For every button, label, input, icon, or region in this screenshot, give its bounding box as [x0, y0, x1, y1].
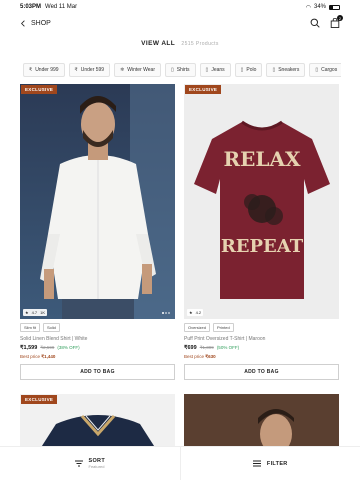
- sort-button[interactable]: SORT Featured: [0, 447, 180, 480]
- battery-percent: 34%: [313, 4, 326, 10]
- current-price: ₹699: [184, 345, 197, 351]
- chip-label: Winter Wear: [127, 67, 155, 73]
- rupee-icon: ₹: [74, 67, 78, 73]
- filter-label: FILTER: [266, 460, 288, 467]
- chip-label: Polo: [246, 67, 257, 73]
- add-to-bag-button[interactable]: ADD TO BAG: [20, 364, 175, 380]
- product-count: 2515 Products: [181, 41, 219, 47]
- best-price: Best price ₹630: [184, 354, 339, 360]
- product-tags: Slim fit Solid: [20, 323, 175, 332]
- listing-heading: VIEW ALL 2515 Products: [0, 40, 360, 47]
- print-text-top: RELAX: [224, 147, 301, 171]
- back-button[interactable]: SHOP: [20, 20, 51, 27]
- best-price-label: Best price: [184, 354, 205, 359]
- chip-shirts[interactable]: ▯ Shirts: [165, 63, 196, 77]
- discount: (50% OFF): [216, 345, 240, 350]
- wifi-icon: ◠: [305, 4, 311, 11]
- shopping-bag-icon[interactable]: 2: [330, 15, 343, 28]
- listing-title: VIEW ALL: [141, 40, 176, 47]
- product-card[interactable]: [184, 394, 339, 449]
- rating-value: 4.7: [31, 310, 38, 315]
- exclusive-badge: EXCLUSIVE: [185, 85, 222, 94]
- polo-icon: ▯: [240, 67, 244, 73]
- rating-value: 4.2: [195, 310, 202, 315]
- sort-filter-bar: SORT Featured FILTER: [0, 446, 360, 480]
- product-card[interactable]: EXCLUSIVE: [20, 394, 175, 449]
- chip-polo[interactable]: ▯ Polo: [234, 63, 263, 77]
- bag-count-badge: 2: [337, 15, 343, 21]
- status-bar: 5:03PM Wed 11 Mar ◠ 34%: [0, 0, 360, 14]
- snowflake-icon: ❄: [120, 67, 125, 73]
- tag: Oversized: [184, 323, 211, 332]
- product-name[interactable]: Puff Print Oversized T-Shirt | Maroon: [184, 336, 339, 342]
- status-time: 5:03PM: [20, 4, 42, 10]
- exclusive-badge: EXCLUSIVE: [21, 395, 58, 404]
- chip-sneakers[interactable]: ▯ Sneakers: [266, 63, 306, 77]
- chip-label: Cargos: [321, 67, 338, 73]
- rating-chip: ★ 4.2: [187, 309, 204, 316]
- jeans-icon: ▯: [205, 67, 209, 73]
- sort-value: Featured: [88, 464, 105, 469]
- product-tags: Oversized Printed: [184, 323, 339, 332]
- exclusive-badge: EXCLUSIVE: [21, 85, 58, 94]
- product-photo-white-shirt: [20, 84, 175, 319]
- chip-label: Sneakers: [278, 67, 300, 73]
- sneaker-icon: ▯: [272, 67, 276, 73]
- chip-winter-wear[interactable]: ❄ Winter Wear: [114, 63, 161, 77]
- chevron-left-icon: [21, 19, 25, 27]
- original-price: ₹1,399: [199, 345, 214, 350]
- chip-cargos[interactable]: ▯ Cargos: [309, 63, 341, 77]
- discount: (38% OFF): [57, 345, 80, 350]
- chip-under-599[interactable]: ₹ Under 599: [68, 63, 111, 77]
- original-price: ₹2,599: [40, 345, 55, 350]
- chip-jeans[interactable]: ▯ Jeans: [199, 63, 231, 77]
- rating-chip: ★ 4.7 1K: [23, 309, 48, 316]
- sort-icon: [74, 460, 83, 467]
- price-row: ₹699 ₹1,399 (50% OFF): [184, 345, 339, 351]
- product-photo-model: [184, 394, 339, 449]
- product-image[interactable]: RELAX REPEAT EXCLUSIVE ★ 4.2: [184, 84, 339, 319]
- product-card[interactable]: RELAX REPEAT EXCLUSIVE ★ 4.2 Oversized P…: [184, 84, 339, 380]
- chip-label: Shirts: [176, 67, 190, 73]
- best-price-value: ₹1,440: [41, 354, 56, 359]
- best-price-label: Best price: [20, 354, 41, 359]
- rupee-icon: ₹: [29, 67, 33, 73]
- print-text-bottom: REPEAT: [221, 236, 304, 257]
- filter-button[interactable]: FILTER: [179, 447, 360, 480]
- chip-label: Jeans: [211, 67, 225, 73]
- tag: Slim fit: [20, 323, 40, 332]
- best-price-value: ₹630: [205, 354, 216, 359]
- filter-icon: [252, 460, 261, 467]
- image-carousel-dots: [162, 312, 170, 314]
- search-icon[interactable]: [310, 18, 320, 28]
- product-photo-maroon-tshirt: RELAX REPEAT: [184, 84, 339, 319]
- top-header: SHOP 2: [0, 14, 360, 32]
- tag: Printed: [213, 323, 234, 332]
- star-icon: ★: [189, 310, 193, 315]
- star-icon: ★: [25, 310, 29, 315]
- shirt-icon: ▯: [171, 67, 174, 73]
- tag: Solid: [43, 323, 60, 332]
- best-price: Best price ₹1,440: [20, 354, 175, 360]
- current-price: ₹1,599: [20, 345, 38, 351]
- quick-filter-chips: ₹ Under 999 ₹ Under 599 ❄ Winter Wear ▯ Shir…: [23, 63, 341, 77]
- battery-icon: [329, 4, 340, 10]
- add-to-bag-button[interactable]: ADD TO BAG: [184, 364, 339, 380]
- price-row: ₹1,599 ₹2,599 (38% OFF): [20, 345, 175, 351]
- product-image[interactable]: EXCLUSIVE ★ 4.7 1K: [20, 84, 175, 319]
- product-name[interactable]: Solid Linen Blend Shirt | White: [20, 336, 175, 342]
- cargo-icon: ▯: [315, 67, 319, 73]
- product-card[interactable]: EXCLUSIVE ★ 4.7 1K Slim fit Solid Solid …: [20, 84, 175, 380]
- chip-under-999[interactable]: ₹ Under 999: [23, 63, 65, 77]
- chip-label: Under 599: [80, 67, 105, 73]
- chip-label: Under 999: [35, 67, 59, 73]
- status-date: Wed 11 Mar: [45, 4, 78, 10]
- back-label: SHOP: [31, 19, 51, 27]
- review-count: 1K: [40, 310, 46, 315]
